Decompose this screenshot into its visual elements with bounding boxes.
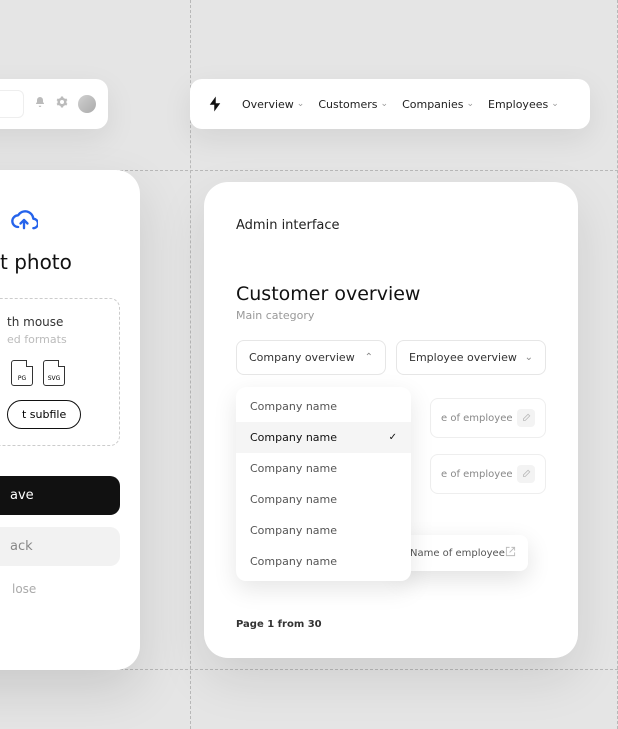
pagination-label: Page 1 from 30 — [236, 619, 322, 630]
filetype-svg-icon: SVG — [43, 360, 65, 386]
gear-icon[interactable] — [56, 96, 68, 112]
upload-title: t photo — [0, 250, 120, 274]
edit-icon[interactable] — [517, 465, 535, 483]
employee-item[interactable]: e of employee — [430, 398, 546, 438]
employee-popup[interactable]: Name of employee — [398, 535, 528, 571]
save-button[interactable]: ave — [0, 476, 120, 515]
company-dropdown: Company name Company name✓ Company name … — [236, 387, 411, 581]
employee-overview-select[interactable]: Employee overview ⌄ — [396, 340, 546, 375]
dropzone[interactable]: th mouse ed formats PG SVG t subfile — [0, 298, 120, 446]
nav-companies[interactable]: Companies⌄ — [402, 98, 474, 111]
employee-item[interactable]: e of employee — [430, 454, 546, 494]
chevron-down-icon: ⌄ — [466, 99, 474, 109]
nav-employees[interactable]: Employees⌄ — [488, 98, 559, 111]
company-overview-select[interactable]: Company overview ⌃ — [236, 340, 386, 375]
section-subtitle: Main category — [236, 309, 546, 322]
nav-label: Overview — [242, 98, 294, 111]
employee-label: e of employee — [441, 469, 513, 480]
logo-icon — [206, 95, 224, 113]
chevron-down-icon: ⌄ — [297, 99, 305, 109]
employee-label: e of employee — [441, 413, 513, 424]
filetype-jpg-icon: PG — [11, 360, 33, 386]
section-title: Customer overview — [236, 283, 546, 305]
employee-popup-label: Name of employee — [410, 548, 505, 559]
dropzone-line1: th mouse — [7, 315, 109, 329]
admin-card: Admin interface Customer overview Main c… — [204, 182, 578, 658]
dropdown-item[interactable]: Company name✓ — [236, 422, 411, 453]
select-label: Company overview — [249, 351, 355, 364]
header-toolbar — [0, 79, 108, 129]
dropdown-item[interactable]: Company name — [236, 391, 411, 422]
select-label: Employee overview — [409, 351, 517, 364]
nav-customers[interactable]: Customers ⌄ — [318, 98, 388, 111]
nav-label: Customers — [318, 98, 377, 111]
upload-cloud-icon — [10, 206, 120, 238]
top-nav: Overview⌄ Customers⌄ Companies⌄ Employee… — [190, 79, 590, 129]
dropzone-line2: ed formats — [7, 333, 109, 346]
upload-card: t photo th mouse ed formats PG SVG t sub… — [0, 170, 140, 670]
avatar[interactable] — [78, 95, 96, 113]
nav-label: Employees — [488, 98, 548, 111]
dropdown-item[interactable]: Company name — [236, 546, 411, 577]
chevron-down-icon: ⌄ — [551, 99, 559, 109]
select-subfile-button[interactable]: t subfile — [7, 400, 81, 429]
chevron-down-icon: ⌄ — [381, 99, 389, 109]
chevron-up-icon: ⌃ — [365, 352, 373, 363]
check-icon: ✓ — [389, 432, 397, 443]
nav-label: Companies — [402, 98, 463, 111]
open-icon[interactable] — [505, 546, 516, 560]
dropdown-item[interactable]: Company name — [236, 515, 411, 546]
search-input[interactable] — [0, 90, 24, 118]
dropdown-item[interactable]: Company name — [236, 453, 411, 484]
edit-icon[interactable] — [517, 409, 535, 427]
nav-overview[interactable]: Overview⌄ — [242, 98, 304, 111]
dropdown-item[interactable]: Company name — [236, 484, 411, 515]
chevron-down-icon: ⌄ — [525, 352, 533, 363]
admin-header: Admin interface — [236, 218, 546, 233]
close-button[interactable]: lose — [0, 582, 120, 596]
bell-icon[interactable] — [34, 96, 46, 112]
back-button[interactable]: ack — [0, 527, 120, 566]
